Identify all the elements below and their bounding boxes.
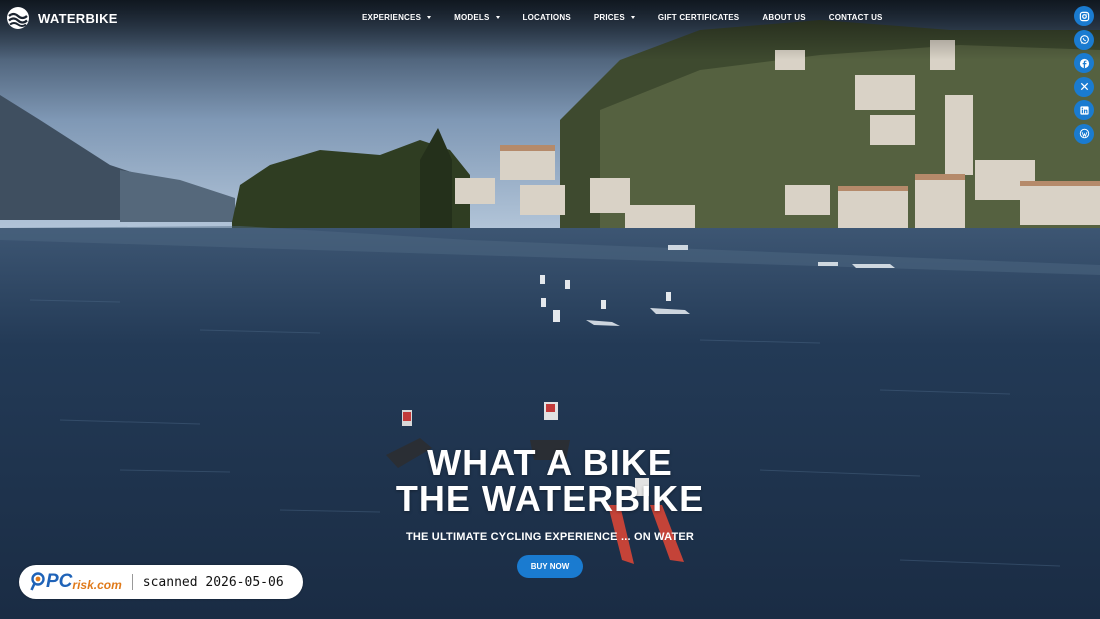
main-nav: EXPERIENCES MODELS LOCATIONS PRICES GIFT… [362, 13, 883, 22]
site-header: WATERBIKE EXPERIENCES MODELS LOCATIONS P… [0, 0, 1100, 40]
nav-item-label: CONTACT US [828, 13, 883, 22]
brand-logo[interactable]: WATERBIKE [6, 6, 118, 30]
hero-subtitle: THE ULTIMATE CYCLING EXPERIENCE ... ON W… [405, 531, 695, 543]
hero-title-line-2: THE WATERBIKE [395, 478, 705, 519]
hero-title-line-1: WHAT A BIKE [427, 442, 673, 483]
facebook-button[interactable] [1074, 53, 1094, 73]
nav-item-contact-us[interactable]: CONTACT US [829, 13, 883, 22]
nav-item-label: ABOUT US [762, 13, 806, 22]
caret-down-icon [495, 16, 500, 19]
x-button[interactable] [1074, 76, 1094, 97]
x-icon [1080, 82, 1088, 91]
nav-item-label: PRICES [593, 13, 625, 22]
nav-item-label: EXPERIENCES [362, 13, 422, 22]
caret-down-icon [630, 16, 635, 19]
linkedin-button[interactable] [1074, 100, 1094, 120]
facebook-icon [1079, 58, 1089, 68]
buy-now-button[interactable]: BUY NOW [516, 555, 584, 578]
scan-date: scanned 2026-05-06 [142, 574, 284, 590]
brand-name: WATERBIKE [38, 10, 118, 26]
instagram-icon [1079, 11, 1089, 21]
linkedin-icon [1079, 105, 1089, 115]
nav-item-label: MODELS [454, 13, 490, 22]
instagram-button[interactable] [1074, 6, 1094, 26]
magnifier-icon [30, 572, 45, 591]
social-links [1074, 6, 1094, 144]
caret-down-icon [427, 16, 432, 19]
nav-item-prices[interactable]: PRICES [594, 13, 635, 22]
wordpress-icon [1079, 128, 1089, 139]
nav-item-about-us[interactable]: ABOUT US [762, 13, 805, 22]
badge-divider [131, 574, 133, 590]
wordpress-button[interactable] [1074, 123, 1094, 144]
whatsapp-button[interactable] [1074, 29, 1094, 50]
nav-item-models[interactable]: MODELS [454, 13, 500, 22]
scan-badge: PC risk.com scanned 2026-05-06 [19, 565, 303, 599]
whatsapp-icon [1079, 35, 1089, 44]
hero-section: WHAT A BIKE THE WATERBIKE THE ULTIMATE C… [0, 445, 1100, 578]
pcrisk-logo: PC risk.com [30, 571, 122, 593]
nav-item-label: LOCATIONS [522, 13, 571, 22]
nav-item-label: GIFT CERTIFICATES [657, 13, 740, 22]
nav-item-locations[interactable]: LOCATIONS [523, 13, 571, 22]
nav-item-experiences[interactable]: EXPERIENCES [362, 13, 432, 22]
pcrisk-brand: PC [46, 571, 73, 592]
waterbike-logo-icon [7, 7, 29, 29]
pcrisk-domain: risk.com [72, 577, 122, 592]
nav-item-gift-certificates[interactable]: GIFT CERTIFICATES [658, 13, 739, 22]
hero-title: WHAT A BIKE THE WATERBIKE [0, 445, 1100, 517]
